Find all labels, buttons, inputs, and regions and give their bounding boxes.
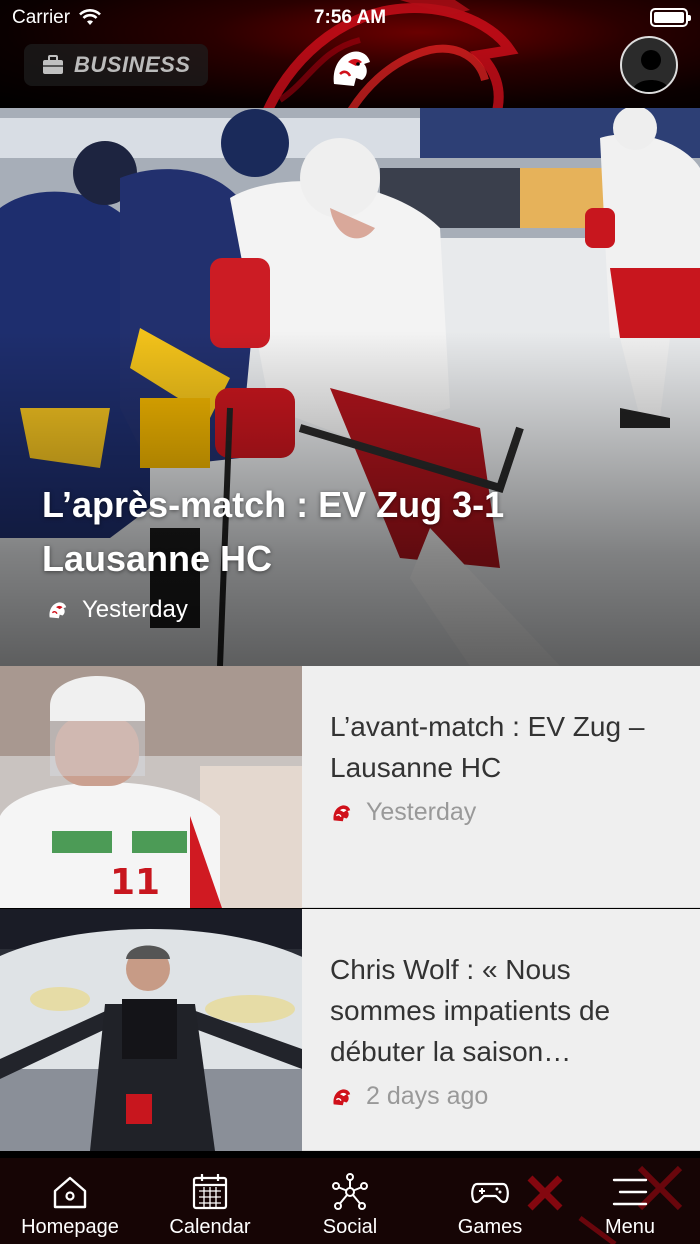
director-arena-photo (0, 909, 302, 1151)
profile-avatar-button[interactable] (620, 36, 678, 94)
article-text: Chris Wolf : « Nous sommes impatients de… (330, 949, 670, 1111)
business-button[interactable]: BUSINESS (24, 44, 209, 86)
tab-menu[interactable]: Menu (560, 1158, 700, 1244)
article-title: Chris Wolf : « Nous sommes impatients de… (330, 954, 611, 1067)
user-silhouette-icon (632, 50, 670, 92)
tab-social[interactable]: Social (280, 1158, 420, 1244)
svg-text:11: 11 (110, 862, 160, 903)
status-bar: Carrier 7:56 AM (0, 0, 700, 36)
business-label: BUSINESS (74, 52, 191, 77)
article-time: 2 days ago (366, 1082, 489, 1110)
lhc-lion-logo-small (333, 804, 351, 821)
lhc-lion-logo-small (49, 602, 67, 619)
lhc-lion-logo-small (333, 1088, 351, 1105)
article-time: Yesterday (366, 798, 477, 826)
briefcase-icon (43, 55, 63, 74)
tab-homepage[interactable]: Homepage (0, 1158, 140, 1244)
article-card[interactable]: 11 L’avant-match : EV Zug – Lausanne HC … (0, 666, 700, 908)
tab-label: Calendar (169, 1216, 251, 1238)
battery-icon (650, 8, 691, 27)
article-thumbnail (0, 909, 302, 1151)
tab-label: Social (322, 1216, 378, 1238)
social-network-icon (332, 1173, 368, 1210)
tab-calendar[interactable]: Calendar (140, 1158, 280, 1244)
tab-label: Menu (604, 1216, 656, 1238)
home-icon (53, 1176, 87, 1209)
gamepad-icon (471, 1182, 509, 1204)
hero-article-title: L’après-match : EV Zug 3-1 Lausanne HC (42, 484, 505, 579)
calendar-icon (192, 1174, 228, 1210)
hero-article-meta: Yesterday (46, 596, 188, 624)
tab-games[interactable]: Games (420, 1158, 560, 1244)
article-text: L’avant-match : EV Zug – Lausanne HC Yes… (330, 706, 670, 827)
hero-article-card[interactable]: L’après-match : EV Zug 3-1 Lausanne HC Y… (0, 108, 700, 666)
lhc-lion-logo[interactable] (326, 44, 374, 92)
hero-article-time: Yesterday (82, 596, 188, 623)
tab-label: Games (457, 1216, 523, 1238)
status-time: 7:56 AM (313, 7, 387, 28)
article-card[interactable]: Chris Wolf : « Nous sommes impatients de… (0, 909, 700, 1151)
article-meta: 2 days ago (330, 1082, 670, 1111)
article-thumbnail: 11 (0, 666, 302, 908)
bottom-tab-bar: Homepage Calendar Social Games Menu (0, 1158, 700, 1244)
tab-label: Homepage (21, 1216, 119, 1238)
app-header: Carrier 7:56 AM BUSINESS (0, 0, 700, 108)
player-portrait-photo: 11 (0, 666, 302, 908)
article-meta: Yesterday (330, 798, 670, 827)
hamburger-menu-icon (612, 1178, 648, 1206)
article-title: L’avant-match : EV Zug – Lausanne HC (330, 711, 645, 783)
